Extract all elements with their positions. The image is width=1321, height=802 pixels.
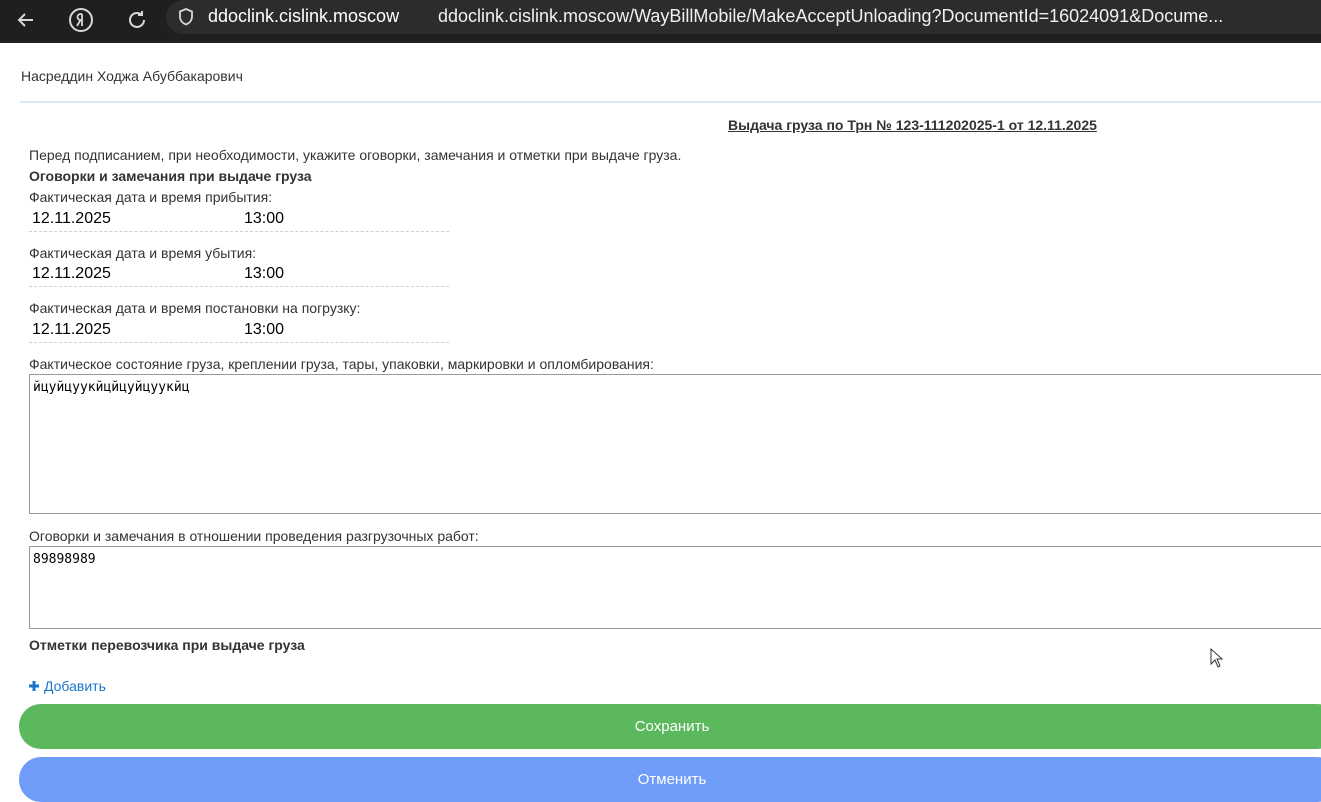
- save-button[interactable]: Сохранить: [19, 704, 1321, 749]
- reload-icon[interactable]: [123, 6, 151, 34]
- carrier-heading: Отметки перевозчика при выдаче груза: [29, 637, 305, 653]
- unloading-remarks-label: Оговорки и замечания в отношении проведе…: [29, 528, 479, 544]
- loading-date-input[interactable]: 12.11.2025: [32, 321, 111, 339]
- cancel-button[interactable]: Отменить: [19, 757, 1321, 802]
- arrival-time-input[interactable]: 13:00: [244, 210, 284, 228]
- loading-label: Фактическая дата и время постановки на п…: [29, 300, 361, 316]
- arrival-date-input[interactable]: 12.11.2025: [32, 210, 111, 228]
- loading-datetime-field[interactable]: 12.11.2025 13:00: [29, 320, 449, 343]
- yandex-icon[interactable]: [67, 6, 95, 34]
- departure-label: Фактическая дата и время убытия:: [29, 245, 257, 261]
- arrival-datetime-field[interactable]: 12.11.2025 13:00: [29, 209, 449, 232]
- cargo-state-label: Фактическое состояние груза, креплении г…: [29, 356, 654, 372]
- cursor-icon: [1210, 648, 1224, 668]
- departure-date-input[interactable]: 12.11.2025: [32, 265, 111, 283]
- address-domain[interactable]: ddoclink.cislink.moscow: [208, 6, 399, 27]
- add-link-label: Добавить: [44, 678, 106, 694]
- arrival-label: Фактическая дата и время прибытия:: [29, 189, 273, 205]
- add-carrier-mark-link[interactable]: Добавить: [28, 678, 106, 694]
- user-name: Насреддин Ходжа Абуббакарович: [21, 68, 243, 84]
- unloading-remarks-textarea[interactable]: 89898989: [29, 546, 1321, 629]
- address-url[interactable]: ddoclink.cislink.moscow/WayBillMobile/Ma…: [438, 6, 1278, 27]
- header-divider: [20, 101, 1321, 103]
- remarks-heading: Оговорки и замечания при выдаче груза: [29, 168, 312, 184]
- back-icon[interactable]: [12, 6, 40, 34]
- browser-toolbar: ddoclink.cislink.moscow ddoclink.cislink…: [0, 0, 1321, 43]
- document-title: Выдача груза по Трн № 123-111202025-1 от…: [728, 117, 1097, 133]
- shield-icon[interactable]: [176, 7, 196, 27]
- cargo-state-textarea[interactable]: йцуйцуукйцйцуйцуукйц: [29, 374, 1321, 514]
- intro-text: Перед подписанием, при необходимости, ук…: [29, 147, 682, 163]
- departure-time-input[interactable]: 13:00: [244, 265, 284, 283]
- plus-icon: [29, 681, 39, 691]
- loading-time-input[interactable]: 13:00: [244, 321, 284, 339]
- departure-datetime-field[interactable]: 12.11.2025 13:00: [29, 264, 449, 287]
